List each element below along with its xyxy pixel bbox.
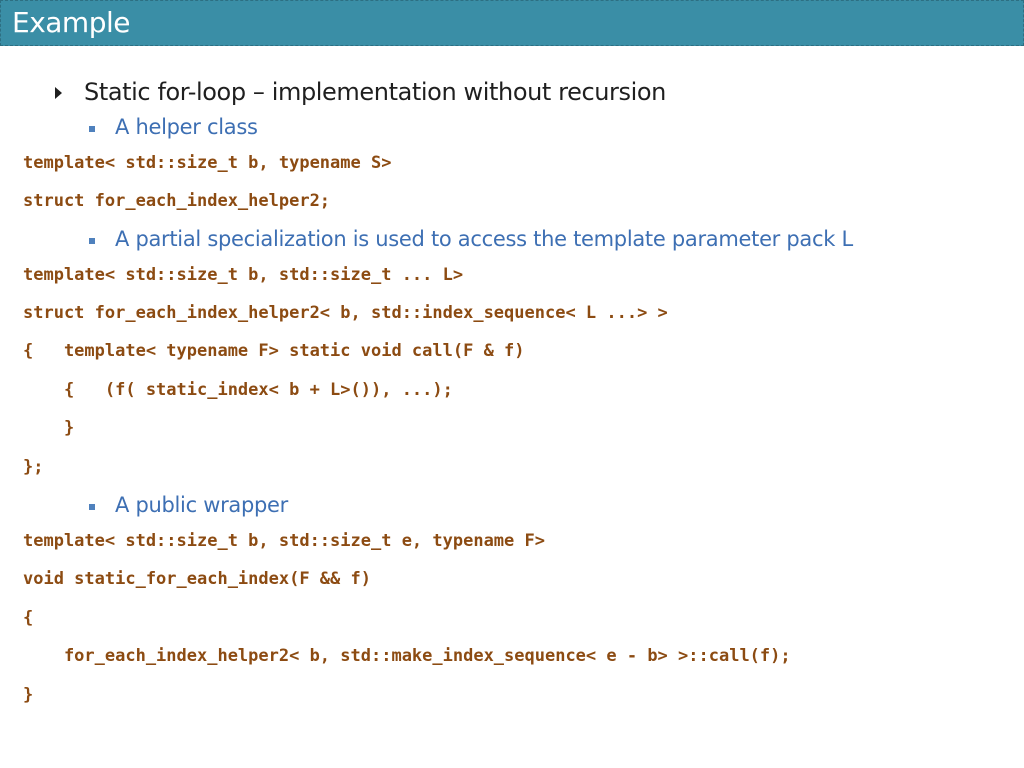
code-line: void static_for_each_index(F && f): [23, 569, 371, 589]
code-line: for_each_index_helper2< b, std::make_ind…: [23, 646, 791, 666]
square-bullet-icon: [89, 126, 95, 132]
subbullet-partial-specialization: A partial specialization is used to acce…: [115, 227, 853, 251]
arrow-bullet-icon: [55, 87, 62, 99]
code-line: { template< typename F> static void call…: [23, 341, 525, 361]
square-bullet-icon: [89, 238, 95, 244]
code-line: template< std::size_t b, std::size_t ...…: [23, 265, 464, 285]
code-line: { (f( static_index< b + L>()), ...);: [23, 380, 453, 400]
code-line: }: [23, 418, 75, 438]
title-bar: Example: [0, 0, 1024, 46]
subbullet-helper-class: A helper class: [115, 115, 258, 139]
subbullet-public-wrapper: A public wrapper: [115, 493, 288, 517]
slide-title: Example: [12, 6, 130, 39]
code-line: template< std::size_t b, std::size_t e, …: [23, 531, 545, 551]
code-line: template< std::size_t b, typename S>: [23, 153, 392, 173]
code-line: struct for_each_index_helper2< b, std::i…: [23, 303, 668, 323]
code-line: {: [23, 608, 34, 628]
main-bullet-text: Static for-loop – implementation without…: [84, 78, 666, 106]
code-line: }: [23, 685, 34, 705]
code-line: };: [23, 457, 44, 477]
code-line: struct for_each_index_helper2;: [23, 191, 331, 211]
square-bullet-icon: [89, 504, 95, 510]
